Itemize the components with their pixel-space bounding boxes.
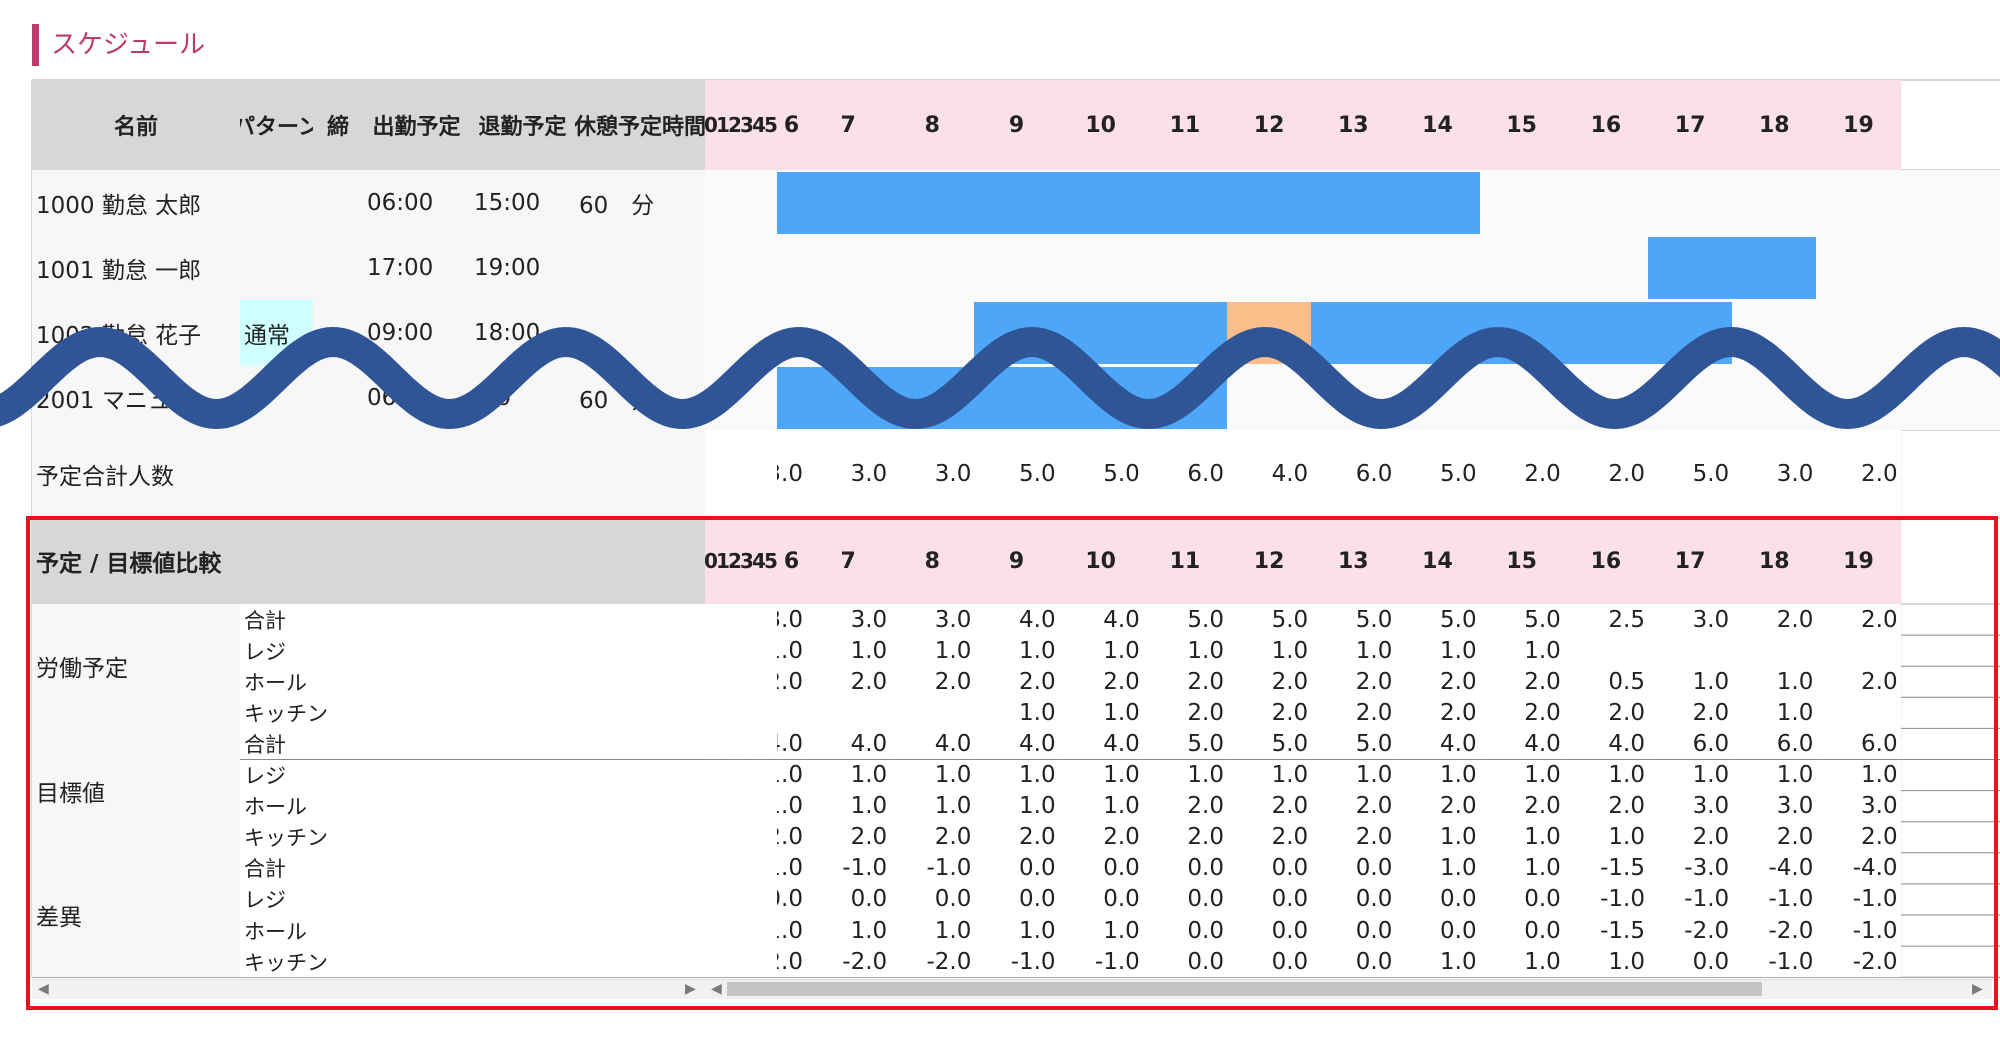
- shift-segment[interactable]: [1311, 302, 1733, 364]
- end-time-cell[interactable]: :00: [470, 365, 575, 430]
- break-time-cell[interactable]: [575, 235, 705, 300]
- total-value: 3.0: [1732, 430, 1817, 518]
- pattern-cell[interactable]: [240, 365, 313, 430]
- hour-header: 1: [717, 80, 729, 170]
- total-value: 2.0: [1563, 430, 1648, 518]
- total-value: [705, 430, 717, 518]
- hour-header: 15: [1479, 80, 1564, 170]
- section-title: スケジュール: [32, 24, 205, 66]
- total-value: [765, 430, 777, 518]
- total-value: [741, 430, 753, 518]
- break-time-cell[interactable]: 60 分: [575, 170, 705, 235]
- closing-cell: [313, 235, 363, 300]
- hour-header: 18: [1732, 80, 1817, 170]
- closing-cell: [313, 365, 363, 430]
- total-value: 3.0: [806, 430, 891, 518]
- pattern-cell[interactable]: [240, 235, 313, 300]
- end-time-cell[interactable]: 18:00: [470, 300, 575, 365]
- schedule-screen: スケジュール 名前 パターン締出勤予定 退勤予定 休憩予定時間 0 1 2 3 4 5 6 7 8 9 10…: [0, 0, 2000, 1040]
- hour-header: 7: [806, 80, 891, 170]
- hour-header: 17: [1648, 80, 1733, 170]
- employee-name[interactable]: 1002 勤怠 花子: [32, 300, 240, 365]
- shift-segment[interactable]: [974, 302, 1227, 364]
- total-value: 4.0: [1227, 430, 1312, 518]
- hour-header: 12: [1227, 80, 1312, 170]
- total-value: [729, 430, 741, 518]
- employee-name[interactable]: 1001 勤怠 一郎: [32, 235, 240, 300]
- start-time-cell[interactable]: 17:00: [363, 235, 470, 300]
- total-label: 予定合計人数: [32, 430, 705, 518]
- hour-header: 16: [1563, 80, 1648, 170]
- start-time-cell[interactable]: 06:: [363, 365, 470, 430]
- end-time-cell[interactable]: 15:00: [470, 170, 575, 235]
- hour-header: 9: [974, 80, 1059, 170]
- total-value: 5.0: [1648, 430, 1733, 518]
- column-header-name: 名前: [32, 80, 240, 170]
- total-value: 2.0: [1479, 430, 1564, 518]
- hour-header: 11: [1142, 80, 1227, 170]
- comparison-highlight-frame: [26, 516, 1998, 1010]
- start-time-cell[interactable]: 09:00: [363, 300, 470, 365]
- shift-segment[interactable]: [777, 172, 1480, 234]
- break-segment[interactable]: [1227, 302, 1312, 364]
- hour-header: 13: [1311, 80, 1396, 170]
- total-value: 5.0: [1058, 430, 1143, 518]
- hour-header: 5: [765, 80, 777, 170]
- hour-header: 2: [729, 80, 741, 170]
- total-value: [717, 430, 729, 518]
- closing-cell: [313, 170, 363, 235]
- hour-header: 8: [890, 80, 975, 170]
- total-value: [753, 430, 765, 518]
- pattern-cell[interactable]: 通常: [240, 300, 313, 365]
- total-value: 5.0: [1395, 430, 1480, 518]
- total-value: 6.0: [1142, 430, 1227, 518]
- hour-header: 10: [1058, 80, 1143, 170]
- hour-header: 0: [705, 80, 717, 170]
- total-value: 2.0: [1816, 430, 1901, 518]
- column-header-start: 出勤予定: [363, 80, 470, 170]
- hour-header: 14: [1395, 80, 1480, 170]
- start-time-cell[interactable]: 06:00: [363, 170, 470, 235]
- column-header-pattern: パターン: [240, 80, 313, 170]
- total-value: 3.0: [890, 430, 975, 518]
- column-header-closing: 締: [313, 80, 363, 170]
- shift-segment[interactable]: [1648, 237, 1817, 299]
- break-time-cell[interactable]: [575, 300, 705, 365]
- hour-header: 4: [753, 80, 765, 170]
- shift-segment[interactable]: [777, 367, 1227, 429]
- closing-cell: [313, 300, 363, 365]
- hour-header: 19: [1816, 80, 1901, 170]
- employee-name[interactable]: 2001 マニュア: [32, 365, 240, 430]
- total-value: 5.0: [974, 430, 1059, 518]
- end-time-cell[interactable]: 19:00: [470, 235, 575, 300]
- hour-header: 6: [777, 80, 806, 170]
- employee-name[interactable]: 1000 勤怠 太郎: [32, 170, 240, 235]
- total-value: 6.0: [1311, 430, 1396, 518]
- column-header-break: 休憩予定時間: [575, 80, 705, 170]
- break-time-cell[interactable]: 60 分: [575, 365, 705, 430]
- column-header-end: 退勤予定: [470, 80, 575, 170]
- hour-header: 3: [741, 80, 753, 170]
- total-value: 3.0: [777, 430, 806, 518]
- pattern-cell[interactable]: [240, 170, 313, 235]
